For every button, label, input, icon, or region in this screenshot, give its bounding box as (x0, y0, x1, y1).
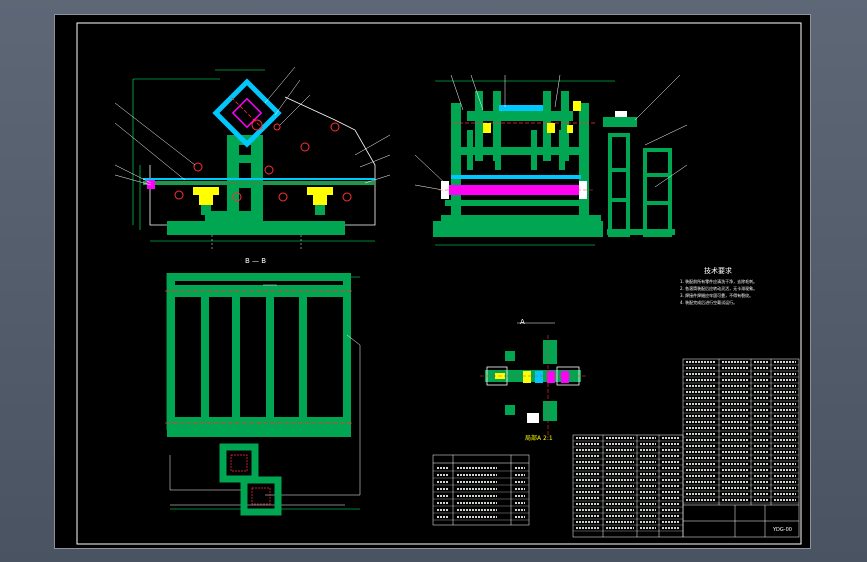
cad-viewport[interactable]: B — B A 局部A 2:1 技术要求 1. 装配前所有零件应清洗干净，去除毛… (54, 14, 811, 549)
drawing-number: YDG-00 (773, 527, 792, 533)
front-view (114, 66, 391, 251)
detail-a-label: 局部A 2:1 (525, 435, 553, 442)
tech-requirement-line: 3. 焊接件焊缝应牢固可靠，不得有裂纹。 (680, 293, 754, 298)
plan-view (165, 273, 361, 516)
tech-requirements: 技术要求 1. 装配前所有零件应清洗干净，去除毛刺。 2. 各滚筒装配后应转动灵… (680, 267, 758, 305)
section-label-bottom-view: B — B (245, 257, 267, 265)
tech-requirement-line: 1. 装配前所有零件应清洗干净，去除毛刺。 (680, 279, 758, 284)
detail-a (480, 322, 587, 435)
tech-requirement-line: 4. 装配完成后进行空载试运行。 (680, 300, 738, 305)
table-rows (433, 364, 799, 532)
side-view (414, 74, 688, 246)
detail-a-top-label: A (520, 318, 525, 326)
tech-requirements-title: 技术要求 (704, 267, 732, 275)
tech-requirement-line: 2. 各滚筒装配后应转动灵活，无卡滞现象。 (680, 286, 758, 291)
